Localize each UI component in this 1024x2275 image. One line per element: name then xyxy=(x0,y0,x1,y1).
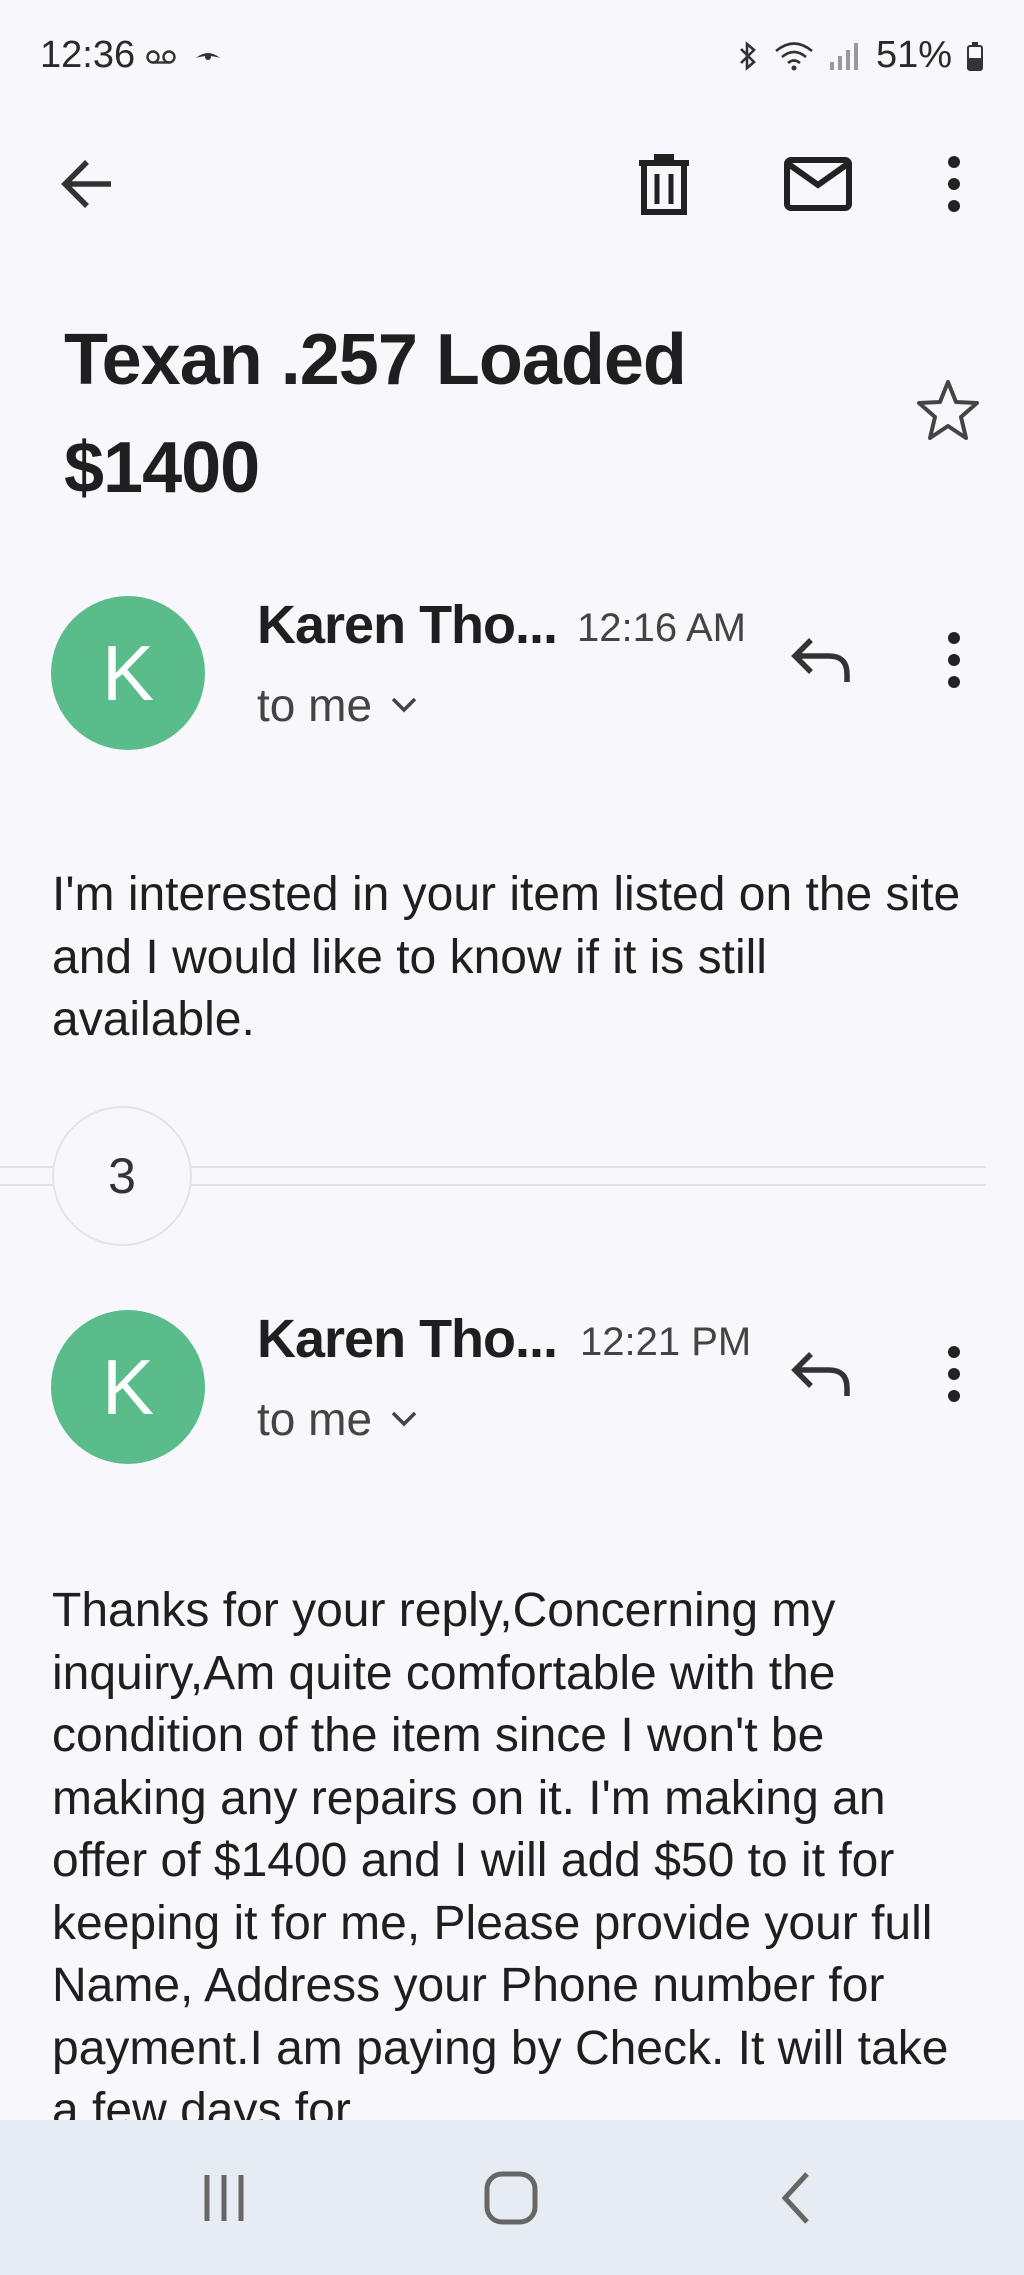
recipient-toggle[interactable]: to me xyxy=(257,678,418,732)
chevron-down-icon xyxy=(391,1411,417,1427)
home-button[interactable] xyxy=(471,2158,551,2238)
message-more-button[interactable] xyxy=(914,620,994,700)
voicemail-icon xyxy=(146,48,176,71)
email-subject: Texan .257 Loaded $1400 xyxy=(64,306,884,522)
message-body: I'm interested in your item listed on th… xyxy=(52,868,961,1046)
sender-name[interactable]: Karen Tho... xyxy=(257,1308,558,1370)
message-body: Thanks for your reply,Concerning my inqu… xyxy=(52,1584,949,2120)
subject-line-1: Texan .257 Loaded xyxy=(64,320,687,400)
wifi-icon xyxy=(774,40,814,72)
star-icon xyxy=(917,380,979,440)
status-time: 12:36 xyxy=(40,34,136,76)
collapsed-messages-count[interactable]: 3 xyxy=(52,1106,192,1246)
signal-icon xyxy=(828,40,862,72)
delete-button[interactable] xyxy=(624,144,704,224)
trash-icon xyxy=(639,154,689,215)
message-more-button[interactable] xyxy=(914,1334,994,1414)
recipient-toggle[interactable]: to me xyxy=(257,1392,418,1446)
reply-button[interactable] xyxy=(780,620,860,700)
sender-name[interactable]: Karen Tho... xyxy=(257,594,558,656)
recipient-label: to me xyxy=(257,1393,373,1445)
bluetooth-icon xyxy=(736,40,760,72)
subject-line-2: $1400 xyxy=(64,428,260,508)
more-options-button[interactable] xyxy=(914,144,994,224)
message-time: 12:16 AM xyxy=(577,606,747,650)
sender-avatar[interactable]: K xyxy=(51,596,205,750)
chevron-down-icon xyxy=(391,697,417,713)
status-right: 51% xyxy=(736,34,984,77)
sender-avatar[interactable]: K xyxy=(51,1310,205,1464)
app-notification-icon xyxy=(194,48,222,71)
reply-icon xyxy=(791,638,850,682)
reply-button[interactable] xyxy=(780,1334,860,1414)
recent-apps-button[interactable] xyxy=(184,2158,264,2238)
reply-icon xyxy=(791,1352,850,1396)
battery-icon xyxy=(966,40,984,72)
mark-unread-button[interactable] xyxy=(778,144,858,224)
recent-apps-icon xyxy=(204,2175,244,2221)
recipient-label: to me xyxy=(257,679,373,731)
home-icon xyxy=(484,2171,538,2225)
message-time: 12:21 PM xyxy=(580,1320,752,1364)
more-vert-icon xyxy=(948,632,960,688)
back-button[interactable] xyxy=(47,144,127,224)
more-vert-icon xyxy=(948,1346,960,1402)
more-vert-icon xyxy=(948,156,960,212)
battery-percent: 51% xyxy=(875,34,952,76)
system-back-button[interactable] xyxy=(756,2158,836,2238)
mail-icon xyxy=(784,157,852,211)
system-nav-bar xyxy=(0,2120,1024,2275)
chevron-left-icon xyxy=(781,2172,809,2224)
message-body-clip: Thanks for your reply,Concerning my inqu… xyxy=(0,1580,1024,2120)
star-button[interactable] xyxy=(908,370,988,450)
back-arrow-icon xyxy=(61,160,111,208)
